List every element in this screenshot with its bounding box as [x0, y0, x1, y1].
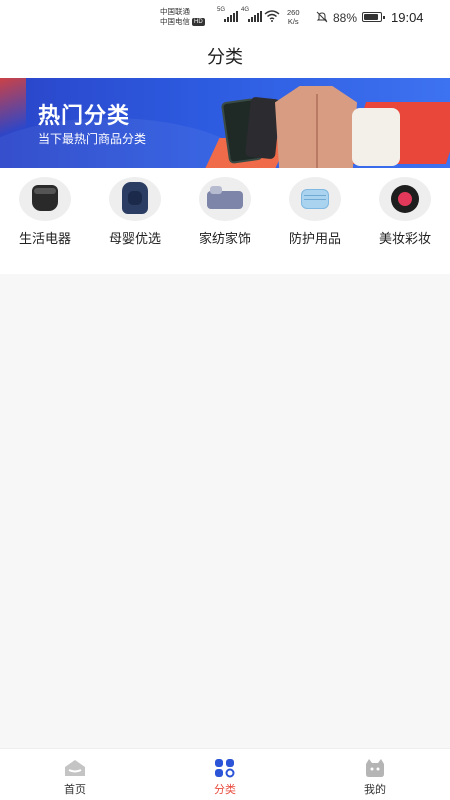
- hot-category-banner[interactable]: 热门分类 当下最热门商品分类: [0, 78, 450, 168]
- clock: 19:04: [391, 10, 424, 25]
- category-item-protective[interactable]: 防护用品: [270, 168, 360, 274]
- battery-fill: [364, 14, 379, 20]
- tab-category[interactable]: 分类: [150, 749, 300, 800]
- content-area: [0, 274, 450, 748]
- page-title: 分类: [207, 47, 243, 67]
- carrier-1: 中国联通: [160, 7, 190, 16]
- header: 分类: [0, 36, 450, 78]
- bedding-icon: [199, 177, 251, 221]
- category-item-appliances[interactable]: 生活电器: [0, 168, 90, 274]
- profile-icon: [366, 759, 384, 777]
- banner-subtitle: 当下最热门商品分类: [38, 132, 147, 146]
- banner-title: 热门分类: [38, 103, 131, 128]
- battery-percent: 88%: [333, 11, 358, 25]
- baby-car-seat-icon: [109, 177, 161, 221]
- cosmetic-compact-icon: [379, 177, 431, 221]
- category-label: 家纺家饰: [198, 231, 251, 246]
- tab-label: 首页: [64, 784, 86, 796]
- status-bar: 中国联通 中国电信 HD 5G 4G 260 K/s 88% 19:04: [0, 0, 450, 36]
- category-item-cosmetics[interactable]: 美妆彩妆: [360, 168, 450, 274]
- signal-5g-icon: 5G: [217, 7, 238, 22]
- bottom-tab-bar: 首页 分类 我的: [0, 748, 450, 800]
- category-item-baby[interactable]: 母婴优选: [90, 168, 180, 274]
- network-speed-value: 260: [287, 8, 300, 17]
- category-label: 生活电器: [18, 231, 71, 246]
- network-speed: 260 K/s: [287, 8, 300, 26]
- banner-jacket-image: [275, 86, 357, 168]
- tab-profile[interactable]: 我的: [300, 749, 450, 800]
- network-speed-unit: K/s: [287, 17, 299, 26]
- battery-icon: [362, 12, 385, 22]
- carrier-2: 中国电信: [160, 17, 190, 26]
- face-mask-icon: [289, 177, 341, 221]
- signal-4g-icon: 4G: [241, 7, 262, 22]
- signal-4g-label: 4G: [241, 7, 250, 13]
- category-icon: [215, 759, 235, 778]
- home-icon: [65, 760, 85, 776]
- hd-badge: HD: [192, 18, 205, 27]
- rice-cooker-icon: [19, 177, 71, 221]
- category-label: 母婴优选: [108, 231, 161, 246]
- wifi-icon: [264, 10, 280, 22]
- category-label: 美妆彩妆: [378, 231, 431, 246]
- category-item-home-textiles[interactable]: 家纺家饰: [180, 168, 270, 274]
- tab-home[interactable]: 首页: [0, 749, 150, 800]
- signal-5g-label: 5G: [217, 7, 226, 13]
- carrier-info: 中国联通 中国电信 HD: [160, 7, 205, 27]
- mute-bell-icon: [316, 11, 328, 23]
- tab-label: 我的: [364, 784, 386, 796]
- banner-purifier-image: [352, 108, 400, 166]
- tab-label: 分类: [214, 784, 236, 796]
- category-grid: 生活电器 母婴优选 家纺家饰 防护用品 美妆彩妆: [0, 168, 450, 274]
- category-label: 防护用品: [288, 231, 341, 246]
